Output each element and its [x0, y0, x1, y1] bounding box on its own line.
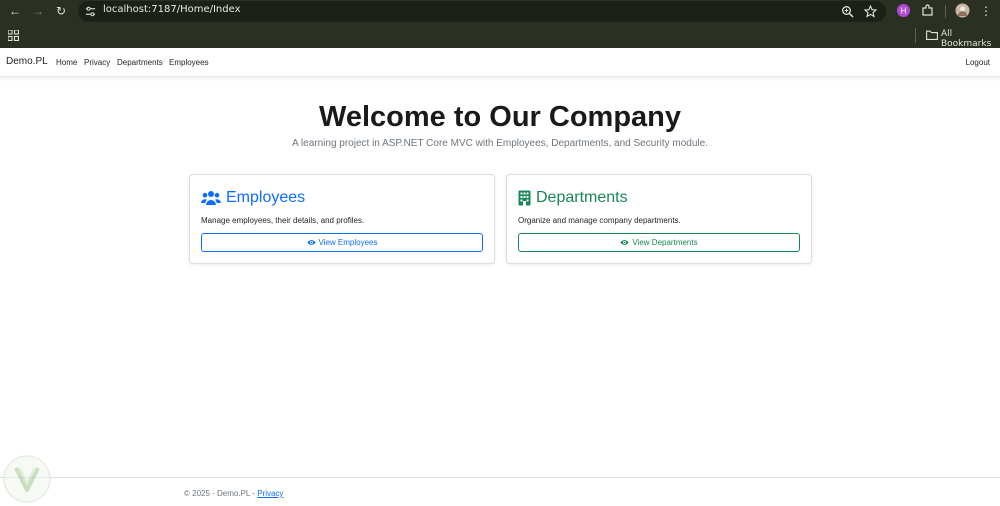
copyright-text: © 2025 - Demo.PL -: [184, 489, 258, 498]
nav-employees[interactable]: Employees: [169, 58, 209, 67]
site-settings-icon[interactable]: [85, 6, 96, 17]
page-title: Welcome to Our Company: [318, 101, 682, 133]
departments-card-title: Departments: [518, 189, 628, 207]
employees-card-text: Manage employees, their details, and pro…: [201, 216, 365, 225]
footer-text: © 2025 - Demo.PL - Privacy: [184, 489, 283, 498]
all-bookmarks-link[interactable]: All Bookmarks: [941, 29, 1000, 49]
menu-kebab-icon[interactable]: ⋮: [978, 3, 994, 19]
svg-text:H: H: [900, 7, 906, 16]
employees-card: Employees Manage employees, their detail…: [189, 174, 495, 264]
users-icon: [201, 191, 221, 205]
view-departments-button[interactable]: View Departments: [518, 233, 800, 252]
avatar[interactable]: [955, 3, 970, 18]
nav-home[interactable]: Home: [56, 58, 77, 67]
logout-link[interactable]: Logout: [966, 58, 990, 67]
view-departments-label: View Departments: [632, 238, 698, 247]
app-navbar: Demo.PL Home Privacy Departments Employe…: [0, 48, 1000, 77]
watermark-logo-icon: [3, 455, 51, 503]
back-icon[interactable]: ←: [7, 3, 23, 19]
bookmarks-bar: All Bookmarks: [0, 23, 1000, 49]
extension-profile-icon[interactable]: H: [896, 3, 911, 18]
brand-link[interactable]: Demo.PL: [6, 56, 48, 67]
departments-card: Departments Organize and manage company …: [506, 174, 812, 264]
bookmarks-divider: [915, 28, 916, 43]
nav-privacy[interactable]: Privacy: [84, 58, 110, 67]
page-subtitle: A learning project in ASP.NET Core MVC w…: [292, 138, 708, 149]
folder-icon[interactable]: [926, 30, 938, 40]
toolbar-divider: [945, 5, 946, 18]
browser-toolbar: ← → ↻ localhost:7187/Home/Index H ⋮: [0, 0, 1000, 23]
building-icon: [518, 190, 531, 206]
apps-grid-icon[interactable]: [8, 30, 19, 41]
eye-icon: [306, 240, 316, 245]
footer-privacy-link[interactable]: Privacy: [257, 489, 283, 498]
address-bar[interactable]: localhost:7187/Home/Index: [78, 1, 886, 22]
url-text[interactable]: localhost:7187/Home/Index: [103, 4, 241, 15]
eye-icon: [620, 240, 630, 245]
extensions-puzzle-icon[interactable]: [920, 3, 935, 18]
view-employees-button[interactable]: View Employees: [201, 233, 483, 252]
nav-departments[interactable]: Departments: [117, 58, 163, 67]
reload-icon[interactable]: ↻: [53, 3, 69, 19]
employees-card-title: Employees: [201, 189, 305, 207]
employees-title-text: Employees: [226, 189, 306, 206]
forward-icon[interactable]: →: [30, 3, 46, 19]
bookmark-star-icon[interactable]: [864, 5, 877, 18]
view-employees-label: View Employees: [318, 238, 378, 247]
zoom-icon[interactable]: [841, 5, 854, 18]
departments-title-text: Departments: [536, 189, 628, 206]
page-footer: © 2025 - Demo.PL - Privacy: [0, 477, 1000, 506]
departments-card-text: Organize and manage company departments.: [518, 216, 681, 225]
